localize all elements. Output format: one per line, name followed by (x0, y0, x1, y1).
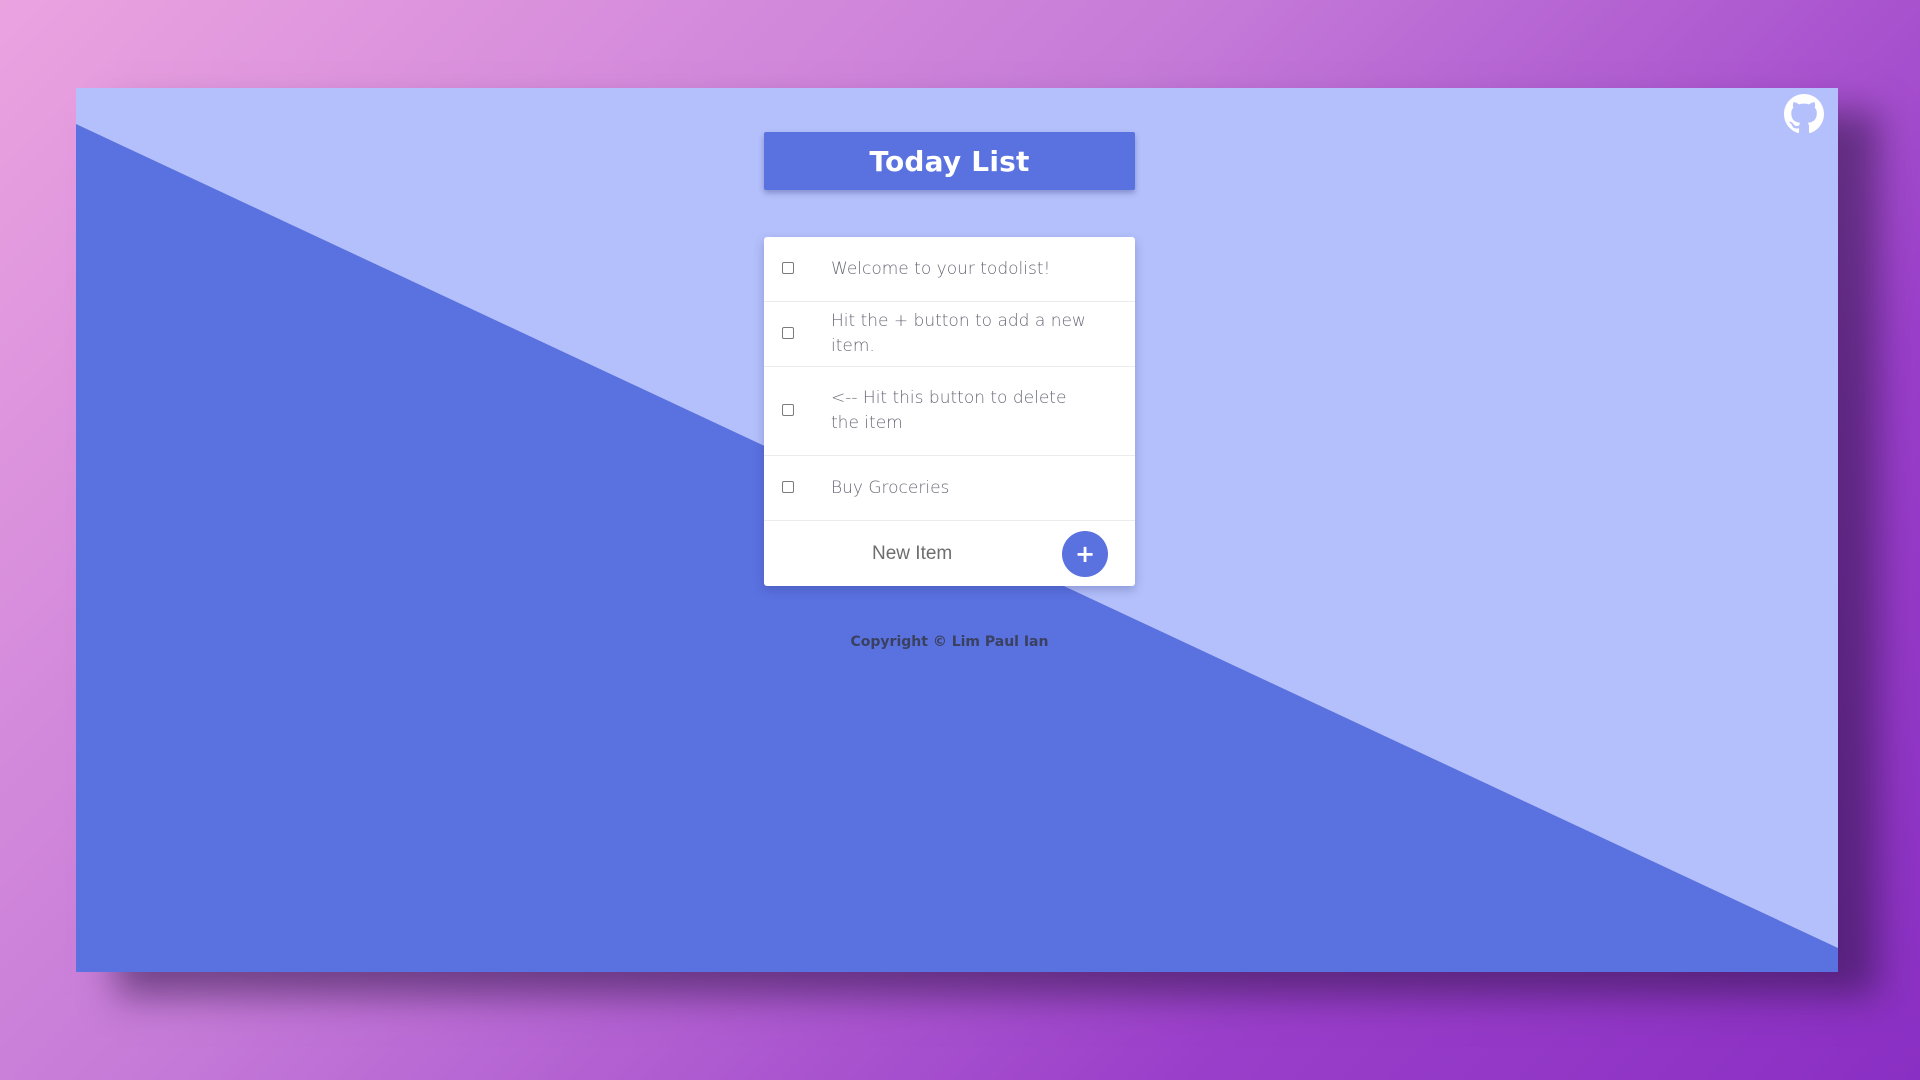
todo-checkbox[interactable] (782, 262, 794, 274)
todo-checkbox[interactable] (782, 481, 794, 493)
todo-item-label: Hit the + button to add a new item. (831, 311, 1086, 356)
todo-item-label: Buy Groceries (831, 477, 950, 498)
new-item-input[interactable] (836, 537, 1026, 571)
app-window: Today List Welcome to your todolist! Hit… (76, 88, 1838, 972)
copyright-footer: Copyright © Lim Paul Ian (850, 634, 1049, 650)
todo-item: Hit the + button to add a new item. (764, 302, 1135, 367)
github-link[interactable] (1784, 94, 1824, 134)
todo-item: Welcome to your todolist! (764, 237, 1135, 302)
todo-item: Buy Groceries (764, 456, 1135, 521)
todo-item-label: <-- Hit this button to delete the item (831, 388, 1067, 433)
todo-item: <-- Hit this button to delete the item (764, 367, 1135, 456)
add-item-button[interactable]: + (1062, 531, 1108, 577)
title-banner: Today List (764, 132, 1135, 190)
new-item-row: + (764, 521, 1135, 586)
todo-checkbox[interactable] (782, 327, 794, 339)
page-title: Today List (869, 144, 1030, 178)
todo-item-label: Welcome to your todolist! (831, 258, 1051, 279)
github-icon (1784, 94, 1824, 134)
todo-list-card: Welcome to your todolist! Hit the + butt… (764, 237, 1135, 586)
todo-checkbox[interactable] (782, 404, 794, 416)
